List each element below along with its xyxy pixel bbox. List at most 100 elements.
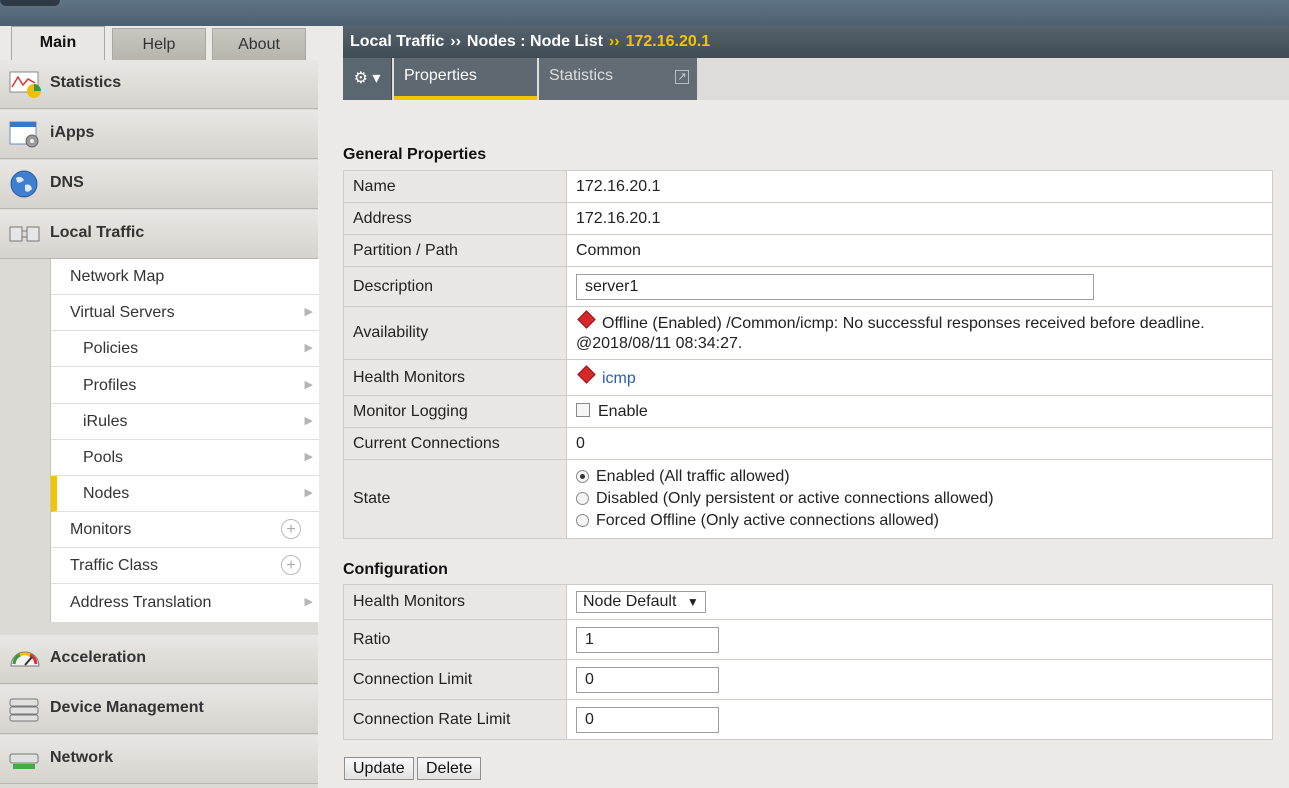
sidebar-item-pools[interactable]: Pools ▶: [51, 440, 319, 476]
external-link-icon[interactable]: ↗: [675, 70, 689, 84]
name-value: 172.16.20.1: [566, 170, 1273, 203]
sidebar-item-label: Network Map: [70, 268, 165, 285]
nav-local-traffic[interactable]: Local Traffic: [0, 210, 318, 259]
health-monitors-label: Health Monitors: [343, 359, 567, 396]
content-tab-bar: ⚙ ▾ Properties Statistics ↗: [343, 58, 1289, 100]
description-label: Description: [343, 266, 567, 307]
nav-dns-label: DNS: [50, 174, 84, 191]
availability-timestamp: @2018/08/11 08:34:27.: [576, 334, 743, 352]
tab-about[interactable]: About: [212, 28, 306, 60]
state-forced-offline-radio[interactable]: [576, 514, 589, 527]
speedometer-icon: [10, 651, 40, 667]
sidebar-item-monitors[interactable]: Monitors +: [51, 512, 319, 548]
tab-help[interactable]: Help: [112, 28, 206, 60]
breadcrumb-separator: ››: [608, 33, 620, 50]
configuration-table: Health Monitors Node Default ▼ Ratio Con…: [343, 584, 1273, 740]
top-banner: [0, 0, 1289, 26]
nav-iapps[interactable]: iApps: [0, 110, 318, 159]
add-traffic-class-icon[interactable]: +: [281, 555, 301, 575]
chevron-right-icon: ▶: [304, 596, 313, 608]
sidebar-item-policies[interactable]: Policies ▶: [51, 331, 319, 367]
connection-limit-label: Connection Limit: [343, 659, 567, 700]
tab-properties-label: Properties: [404, 67, 477, 84]
dropdown-arrow-icon: ▼: [686, 595, 699, 609]
offline-status-icon: [577, 364, 596, 384]
nav-statistics[interactable]: Statistics: [0, 60, 318, 109]
nav-dns[interactable]: DNS: [0, 160, 318, 209]
update-button[interactable]: Update: [344, 757, 414, 780]
state-enabled-radio[interactable]: [576, 470, 589, 483]
state-label: State: [343, 459, 567, 539]
add-monitor-icon[interactable]: +: [281, 519, 301, 539]
nav-statistics-label: Statistics: [50, 74, 122, 91]
nav-iapps-label: iApps: [50, 124, 95, 141]
gear-menu-button[interactable]: ⚙ ▾: [343, 58, 392, 100]
gear-icon: ⚙ ▾: [353, 70, 381, 87]
table-row: Health Monitors Node Default ▼: [343, 584, 1273, 620]
health-monitors-select[interactable]: Node Default ▼: [576, 591, 706, 613]
state-option-label: Disabled (Only persistent or active conn…: [596, 490, 994, 507]
sidebar-item-virtual-servers[interactable]: Virtual Servers ▶: [51, 295, 319, 331]
connection-limit-field[interactable]: [576, 666, 719, 693]
table-row: Availability Offline (Enabled) /Common/i…: [343, 306, 1273, 360]
breadcrumb-separator: ››: [450, 33, 461, 50]
breadcrumb-current: 172.16.20.1: [625, 33, 711, 50]
address-value: 172.16.20.1: [566, 202, 1273, 235]
sidebar-item-irules[interactable]: iRules ▶: [51, 404, 319, 440]
table-row: Connection Limit: [343, 659, 1273, 700]
network-switch-icon: [9, 753, 39, 769]
icmp-monitor-link[interactable]: icmp: [602, 370, 636, 387]
breadcrumb-local-traffic[interactable]: Local Traffic: [350, 33, 444, 50]
sidebar-item-label: iRules: [83, 413, 128, 430]
current-connections-label: Current Connections: [343, 427, 567, 460]
sidebar-item-address-translation[interactable]: Address Translation ▶: [51, 585, 319, 621]
nav-device-management[interactable]: Device Management: [0, 685, 318, 734]
sidebar-item-label: Nodes: [83, 485, 130, 502]
sidebar-item-nodes[interactable]: Nodes ▶: [51, 476, 319, 512]
table-row: State Enabled (All traffic allowed) Disa…: [343, 459, 1273, 539]
nav-local-traffic-label: Local Traffic: [50, 224, 145, 241]
breadcrumb-node-list[interactable]: Nodes : Node List: [467, 33, 603, 50]
availability-text: Offline (Enabled) /Common/icmp: No succe…: [602, 314, 1205, 332]
availability-line: Offline (Enabled) /Common/icmp: No succe…: [576, 309, 1263, 334]
state-option-forced-offline[interactable]: Forced Offline (Only active connections …: [576, 510, 1263, 532]
sidebar-item-label: Virtual Servers: [70, 304, 175, 321]
sidebar: Statistics iApps DNS Local Traffic Accel…: [0, 60, 319, 788]
name-label: Name: [343, 170, 567, 203]
state-option-disabled[interactable]: Disabled (Only persistent or active conn…: [576, 488, 1263, 510]
sidebar-item-traffic-class[interactable]: Traffic Class +: [51, 548, 319, 584]
main-tabs: Main Help About: [0, 24, 318, 60]
delete-button[interactable]: Delete: [417, 757, 482, 780]
chevron-right-icon: ▶: [304, 487, 313, 499]
nav-network[interactable]: Network: [0, 735, 318, 784]
address-label: Address: [343, 202, 567, 235]
iapps-gear-icon: [9, 121, 39, 148]
tab-properties[interactable]: Properties: [394, 58, 537, 100]
configuration-title: Configuration: [343, 561, 448, 578]
chevron-right-icon: ▶: [304, 342, 313, 354]
description-field[interactable]: [576, 273, 1094, 300]
table-row: Current Connections 0: [343, 427, 1273, 460]
state-option-enabled[interactable]: Enabled (All traffic allowed): [576, 466, 1263, 488]
connection-rate-limit-label: Connection Rate Limit: [343, 699, 567, 740]
state-cell: Enabled (All traffic allowed) Disabled (…: [566, 459, 1273, 539]
ratio-field[interactable]: [576, 626, 719, 653]
sidebar-item-profiles[interactable]: Profiles ▶: [51, 368, 319, 404]
monitor-logging-checkbox[interactable]: [576, 402, 590, 417]
health-monitors-selected: Node Default: [583, 593, 677, 610]
table-row: Connection Rate Limit: [343, 699, 1273, 740]
tab-statistics[interactable]: Statistics ↗: [539, 58, 697, 100]
tab-main[interactable]: Main: [11, 26, 105, 60]
sidebar-item-network-map[interactable]: Network Map: [51, 259, 319, 295]
sidebar-item-label: Profiles: [83, 377, 137, 394]
local-traffic-icon: [9, 226, 40, 242]
monitor-logging-cell: Enable: [566, 395, 1273, 428]
chevron-right-icon: ▶: [304, 451, 313, 463]
state-disabled-radio[interactable]: [576, 492, 589, 505]
nav-acceleration[interactable]: Acceleration: [0, 635, 318, 684]
sidebar-item-label: Policies: [83, 340, 139, 357]
connection-limit-cell: [566, 659, 1273, 700]
table-row: Description: [343, 266, 1273, 307]
server-stack-icon: [9, 698, 39, 722]
connection-rate-limit-field[interactable]: [576, 706, 719, 733]
